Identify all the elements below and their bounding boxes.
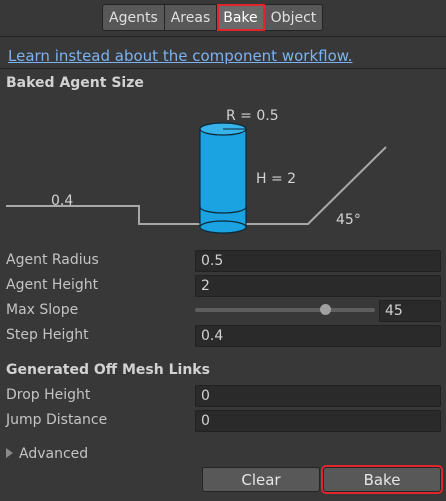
agent-radius-field[interactable]: 0.5 bbox=[195, 250, 441, 272]
max-slope-slider-thumb[interactable] bbox=[320, 304, 331, 315]
agent-height-label: Agent Height bbox=[6, 277, 99, 293]
agent-radius-label: Agent Radius bbox=[6, 252, 99, 268]
slope-label: 45° bbox=[336, 212, 361, 228]
height-label: H = 2 bbox=[256, 171, 296, 187]
tab-bar: Agents Areas Bake Object bbox=[102, 4, 324, 31]
jump-distance-field[interactable]: 0 bbox=[195, 410, 441, 432]
clear-button[interactable]: Clear bbox=[202, 467, 320, 492]
tab-areas[interactable]: Areas bbox=[164, 4, 218, 31]
jump-distance-label: Jump Distance bbox=[6, 412, 108, 428]
step-height-field[interactable]: 0.4 bbox=[195, 325, 441, 347]
bake-button[interactable]: Bake bbox=[321, 465, 443, 494]
advanced-foldout-label[interactable]: Advanced bbox=[19, 446, 88, 462]
agent-size-diagram: R = 0.5 H = 2 0.4 45° bbox=[6, 108, 387, 234]
drop-height-label: Drop Height bbox=[6, 387, 91, 403]
radius-label: R = 0.5 bbox=[226, 108, 279, 124]
baked-agent-size-title: Baked Agent Size bbox=[6, 75, 144, 91]
ground-profile bbox=[6, 146, 387, 225]
divider bbox=[0, 68, 446, 69]
tab-bake[interactable]: Bake bbox=[217, 4, 265, 31]
triangle-right-icon[interactable] bbox=[6, 448, 13, 458]
component-workflow-link[interactable]: Learn instead about the component workfl… bbox=[8, 47, 352, 65]
tab-object[interactable]: Object bbox=[264, 4, 324, 31]
off-mesh-links-title: Generated Off Mesh Links bbox=[6, 362, 210, 378]
step-height-label: 0.4 bbox=[51, 193, 73, 209]
max-slope-slider-track[interactable] bbox=[195, 308, 375, 312]
max-slope-label: Max Slope bbox=[6, 302, 79, 318]
agent-height-field[interactable]: 2 bbox=[195, 275, 441, 297]
drop-height-field[interactable]: 0 bbox=[195, 385, 441, 407]
tab-agents[interactable]: Agents bbox=[102, 4, 165, 31]
step-height-label: Step Height bbox=[6, 327, 89, 343]
divider bbox=[0, 36, 446, 37]
max-slope-field[interactable]: 45 bbox=[379, 300, 441, 322]
agent-cylinder bbox=[199, 122, 247, 234]
